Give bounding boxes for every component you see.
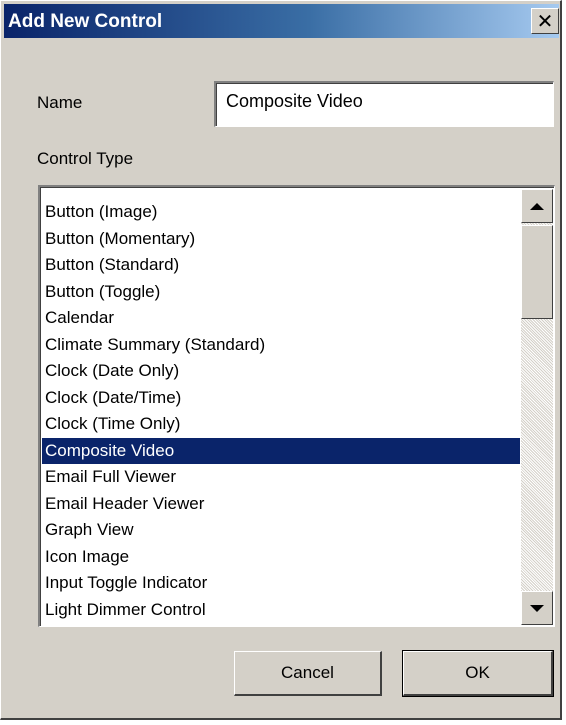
add-new-control-dialog: Add New Control ✕ Name Composite Video C… bbox=[0, 0, 562, 720]
control-type-listbox[interactable]: Button (Image) Button (Momentary) Button (… bbox=[38, 185, 555, 627]
list-item[interactable]: Climate Summary (Standard) bbox=[42, 332, 520, 359]
list-item[interactable]: Calendar bbox=[42, 305, 520, 332]
name-label: Name bbox=[37, 93, 83, 112]
list-item[interactable]: Input Toggle Indicator bbox=[42, 570, 520, 597]
scroll-down-button[interactable] bbox=[521, 591, 553, 625]
list-item[interactable]: Clock (Date Only) bbox=[42, 358, 520, 385]
arrow-down-icon bbox=[530, 604, 544, 612]
list-item[interactable]: Button (Momentary) bbox=[42, 226, 520, 253]
list-item[interactable]: Clock (Date/Time) bbox=[42, 385, 520, 412]
list-item[interactable]: Composite Video bbox=[42, 437, 520, 464]
ok-button[interactable]: OK bbox=[402, 650, 554, 697]
title-bar[interactable]: Add New Control ✕ bbox=[4, 4, 559, 38]
list-item[interactable]: Email Full Viewer bbox=[42, 464, 520, 491]
list-item[interactable]: Light Dimmer Control bbox=[42, 597, 520, 624]
list-items: Button (Image) Button (Momentary) Button (… bbox=[42, 199, 520, 623]
scroll-up-button[interactable] bbox=[521, 189, 553, 223]
scroll-thumb[interactable] bbox=[521, 225, 553, 319]
list-item[interactable]: Graph View bbox=[42, 517, 520, 544]
close-button[interactable]: ✕ bbox=[531, 8, 559, 34]
list-item[interactable]: Button (Image) bbox=[42, 199, 520, 226]
list-item[interactable]: Email Header Viewer bbox=[42, 491, 520, 518]
vertical-scrollbar[interactable] bbox=[521, 189, 553, 625]
ok-button-label: OK bbox=[465, 663, 490, 682]
list-item[interactable]: Button (Toggle) bbox=[42, 279, 520, 306]
list-item[interactable]: Clock (Time Only) bbox=[42, 411, 520, 438]
cancel-button-label: Cancel bbox=[281, 663, 334, 682]
list-item[interactable]: Icon Image bbox=[42, 544, 520, 571]
close-icon: ✕ bbox=[536, 10, 554, 33]
arrow-up-icon bbox=[530, 202, 544, 210]
cancel-button[interactable]: Cancel bbox=[234, 651, 382, 696]
list-item[interactable]: Button (Standard) bbox=[42, 252, 520, 279]
control-type-label: Control Type bbox=[37, 149, 134, 168]
name-input[interactable]: Composite Video bbox=[214, 81, 554, 127]
dialog-title: Add New Control bbox=[8, 11, 163, 32]
